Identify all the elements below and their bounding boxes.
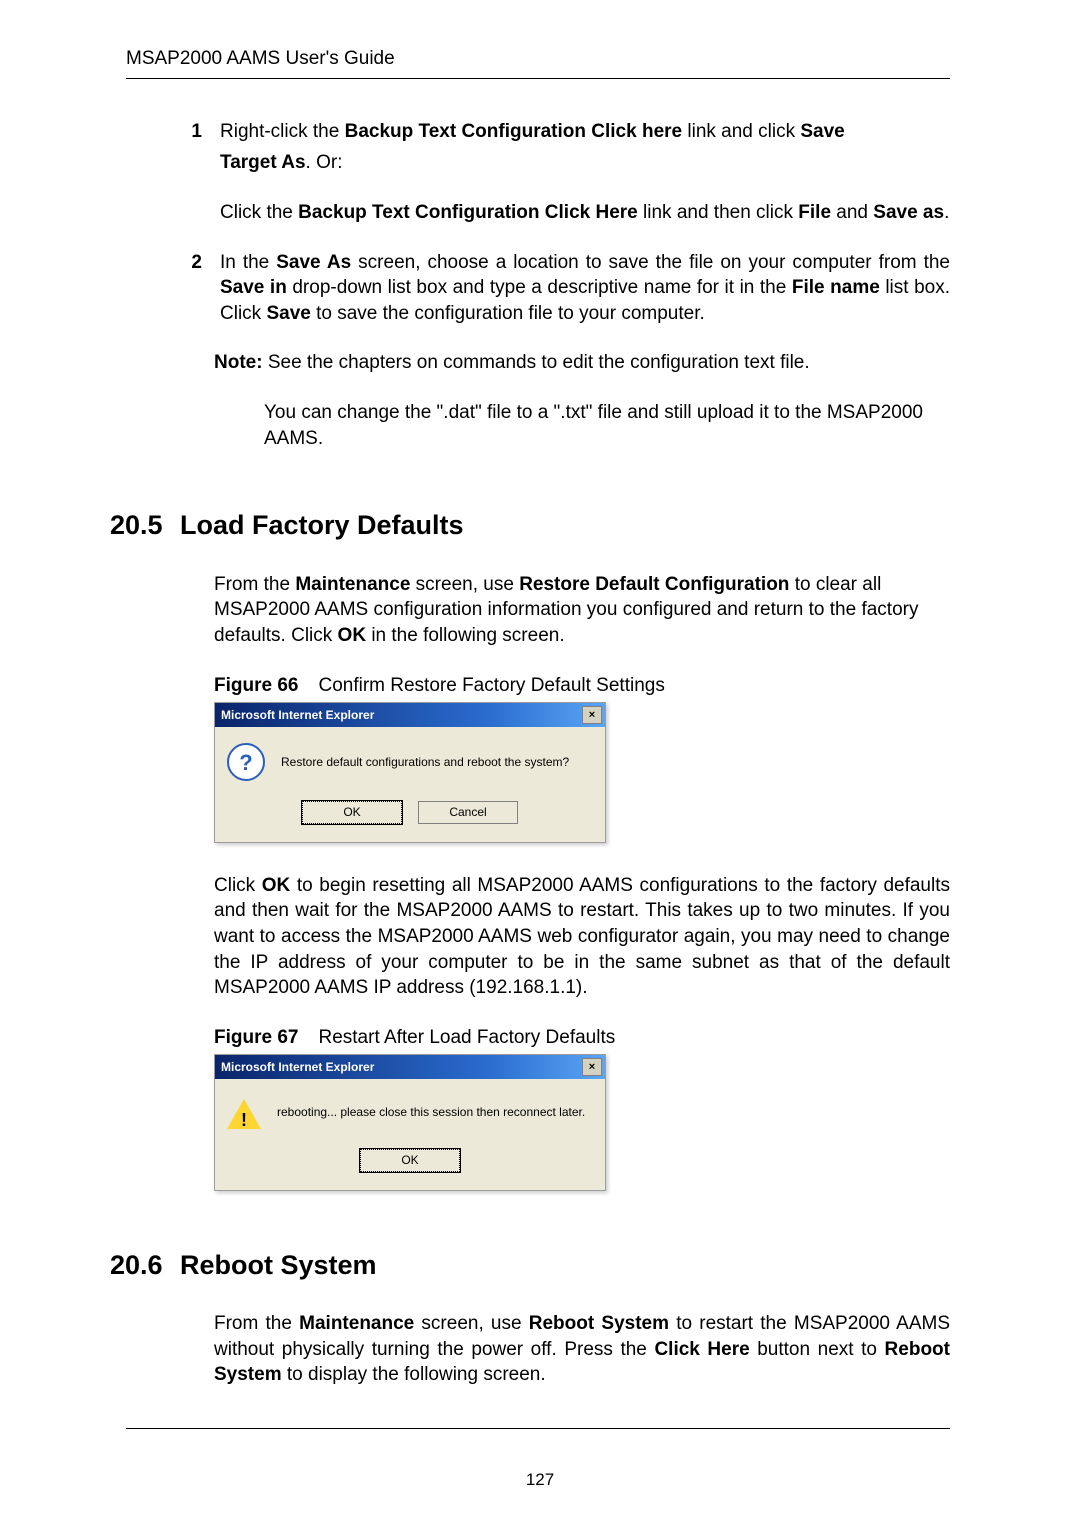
- step-1-text: Right-click the Backup Text Configuratio…: [220, 119, 950, 145]
- t: Right-click the: [220, 121, 345, 142]
- t-bold: File name: [792, 277, 880, 298]
- t-bold: Maintenance: [299, 1313, 414, 1334]
- footer-rule: [126, 1428, 950, 1429]
- dialog-message: rebooting... please close this session t…: [277, 1104, 585, 1120]
- ok-button[interactable]: OK: [360, 1149, 460, 1171]
- t: screen, use: [410, 574, 519, 595]
- t: to save the configuration file to your c…: [311, 303, 705, 324]
- sec205-intro: From the Maintenance screen, use Restore…: [214, 572, 950, 649]
- t-bold: Target As: [220, 152, 306, 173]
- t: In the: [220, 252, 276, 273]
- section-20-5-heading: 20.5Load Factory Defaults: [110, 507, 950, 543]
- t-bold: OK: [338, 625, 367, 646]
- t: to begin resetting all MSAP2000 AAMS con…: [214, 875, 950, 999]
- page: MSAP2000 AAMS User's Guide 1 Right-click…: [0, 0, 1080, 1528]
- t-bold: Save As: [276, 252, 351, 273]
- t-bold: Save as: [873, 202, 944, 223]
- figure-66-dialog: Microsoft Internet Explorer × ? Restore …: [214, 702, 950, 842]
- after-fig66: Click OK to begin resetting all MSAP2000…: [214, 873, 950, 1001]
- step-1: 1 Right-click the Backup Text Configurat…: [188, 119, 950, 145]
- step-1-body: Target As. Or:: [220, 150, 950, 176]
- t: drop-down list box and type a descriptiv…: [287, 277, 792, 298]
- section-20-6-heading: 20.6Reboot System: [110, 1247, 950, 1283]
- note-text: See the chapters on commands to edit the…: [263, 352, 810, 373]
- t: From the: [214, 574, 295, 595]
- running-head: MSAP2000 AAMS User's Guide: [126, 46, 950, 79]
- cancel-button[interactable]: Cancel: [418, 801, 518, 823]
- t-bold: Save in: [220, 277, 287, 298]
- sec206-intro: From the Maintenance screen, use Reboot …: [214, 1311, 950, 1388]
- t: link and click: [682, 121, 800, 142]
- t-bold: File: [798, 202, 831, 223]
- section-title: Reboot System: [180, 1250, 377, 1280]
- note-body: You can change the ".dat" file to a ".tx…: [264, 400, 950, 451]
- section-title: Load Factory Defaults: [180, 510, 464, 540]
- section-number: 20.5: [110, 507, 180, 543]
- t-bold: Save: [800, 121, 844, 142]
- section-number: 20.6: [110, 1247, 180, 1283]
- question-icon: ?: [227, 743, 265, 781]
- figure-caption-text: Restart After Load Factory Defaults: [318, 1027, 615, 1048]
- step-1-number: 1: [188, 119, 202, 145]
- t: From the: [214, 1313, 299, 1334]
- t-bold: Maintenance: [295, 574, 410, 595]
- reboot-dialog: Microsoft Internet Explorer × ! rebootin…: [214, 1054, 606, 1190]
- note-label: Note:: [214, 352, 263, 373]
- step-2-number: 2: [188, 250, 202, 327]
- dialog-titlebar: Microsoft Internet Explorer ×: [215, 703, 605, 727]
- t: and: [831, 202, 873, 223]
- t: screen, choose a location to save the fi…: [351, 252, 950, 273]
- close-icon[interactable]: ×: [582, 706, 602, 724]
- confirm-dialog: Microsoft Internet Explorer × ? Restore …: [214, 702, 606, 842]
- t: link and then click: [638, 202, 799, 223]
- figure-caption-text: Confirm Restore Factory Default Settings: [318, 675, 664, 696]
- dialog-title: Microsoft Internet Explorer: [221, 707, 374, 723]
- t-bold: Reboot System: [529, 1313, 669, 1334]
- t: screen, use: [414, 1313, 529, 1334]
- dialog-title: Microsoft Internet Explorer: [221, 1059, 374, 1075]
- dialog-message: Restore default configurations and reboo…: [281, 754, 569, 770]
- figure-label: Figure 66: [214, 675, 298, 696]
- page-number: 127: [0, 1469, 1080, 1492]
- figure-67-dialog: Microsoft Internet Explorer × ! rebootin…: [214, 1054, 950, 1190]
- figure-66-caption: Figure 66 Confirm Restore Factory Default…: [214, 673, 950, 699]
- warning-icon-glyph: !: [240, 1108, 248, 1132]
- t: Click: [214, 875, 262, 896]
- t-bold: Backup Text Configuration Click Here: [298, 202, 638, 223]
- note-line: Note: See the chapters on commands to ed…: [214, 350, 950, 376]
- t: in the following screen.: [366, 625, 565, 646]
- step-1-body2: Click the Backup Text Configuration Clic…: [220, 200, 950, 226]
- step-2-text: In the Save As screen, choose a location…: [220, 250, 950, 327]
- t-bold: Click Here: [654, 1339, 749, 1360]
- dialog-titlebar: Microsoft Internet Explorer ×: [215, 1055, 605, 1079]
- t: . Or:: [306, 152, 343, 173]
- t: Click the: [220, 202, 298, 223]
- ok-button[interactable]: OK: [302, 801, 402, 823]
- t-bold: Restore Default Configuration: [519, 574, 789, 595]
- step-2: 2 In the Save As screen, choose a locati…: [188, 250, 950, 327]
- figure-label: Figure 67: [214, 1027, 298, 1048]
- close-icon[interactable]: ×: [582, 1058, 602, 1076]
- figure-67-caption: Figure 67 Restart After Load Factory Defa…: [214, 1025, 950, 1051]
- t-bold: OK: [262, 875, 291, 896]
- warning-icon: !: [227, 1095, 261, 1129]
- t: to display the following screen.: [282, 1364, 546, 1385]
- t-bold: Save: [266, 303, 310, 324]
- t: button next to: [750, 1339, 885, 1360]
- t-bold: Backup Text Configuration Click here: [345, 121, 682, 142]
- t: .: [944, 202, 949, 223]
